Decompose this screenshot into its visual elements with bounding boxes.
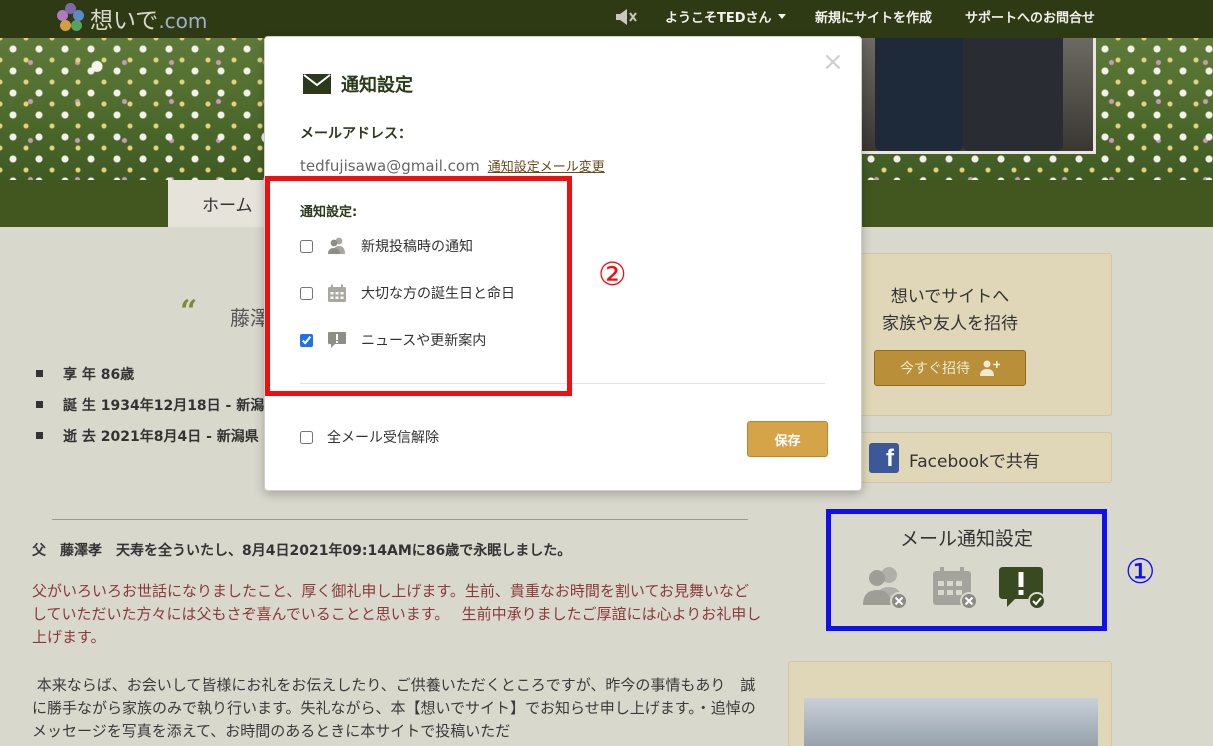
- email-label: メールアドレス：: [300, 126, 412, 142]
- info-age: 享 年 86歳: [36, 364, 264, 395]
- facebook-share-label: Facebookで共有: [909, 452, 1040, 472]
- facebook-icon: f: [869, 443, 899, 473]
- email-value: tedfujisawa@gmail.com: [300, 157, 480, 175]
- modal-title: 通知設定: [303, 71, 413, 97]
- option-unsubscribe-all[interactable]: 全メール受信解除: [300, 426, 439, 448]
- annotation-red-box: [265, 176, 572, 396]
- obituary-headline: 父 藤澤孝 天寿を全ういたし、8月4日2021年09:14AMに86歳で永眠しま…: [32, 543, 572, 559]
- greeting-label: ようこそTEDさん: [665, 11, 772, 26]
- support-link[interactable]: サポートへのお問合せ: [965, 0, 1095, 33]
- news-alert-on-icon[interactable]: [997, 565, 1049, 611]
- add-user-icon: [980, 360, 1000, 376]
- snow-photo: [804, 698, 1098, 746]
- info-death: 逝 去 2021年8月4日 - 新潟県: [36, 426, 264, 457]
- mail-notification-settings[interactable]: メール通知設定: [826, 509, 1107, 631]
- users-off-icon[interactable]: [859, 565, 911, 611]
- logo-text: 想いで.com: [90, 8, 208, 34]
- top-bar: 想いで.com ようこそTEDさん 新規にサイトを作成 サポートへのお問合せ: [0, 0, 1213, 38]
- change-email-link[interactable]: 通知設定メール変更: [488, 156, 605, 175]
- profile-info-list: 享 年 86歳 誕 生 1934年12月18日 - 新潟 逝 去 2021年8月…: [36, 364, 264, 457]
- obituary-paragraph-1: 父がいろいろお世話になりましたこと、厚く御礼申し上げます。生前、貴重なお時間を割…: [32, 582, 762, 646]
- envelope-icon: [303, 74, 331, 94]
- close-icon[interactable]: ×: [822, 49, 844, 75]
- annotation-circle-2: ②: [598, 255, 627, 293]
- invite-now-button[interactable]: 今すぐ招待: [874, 350, 1026, 386]
- quote-icon: “: [180, 294, 198, 329]
- obituary-paragraph-2: 本来ならば、お会いして皆様にお礼をお伝えしたり、ご供養いただくところですが、昨今…: [32, 676, 756, 740]
- photo-card: [788, 661, 1112, 746]
- email-row: tedfujisawa@gmail.com 通知設定メール変更: [300, 156, 605, 175]
- nav-home-tab[interactable]: ホーム: [168, 180, 278, 227]
- unsubscribe-all-checkbox[interactable]: [300, 430, 313, 444]
- mail-settings-title: メール通知設定: [899, 528, 1033, 550]
- logo-flower-icon: [56, 3, 86, 33]
- create-site-link[interactable]: 新規にサイトを作成: [815, 0, 932, 33]
- save-button[interactable]: 保存: [747, 421, 828, 457]
- user-menu[interactable]: ようこそTEDさん: [665, 0, 786, 33]
- calendar-off-icon[interactable]: [929, 565, 981, 611]
- family-photo: [852, 38, 1096, 154]
- content-divider: [52, 519, 748, 520]
- chevron-down-icon: [777, 14, 786, 19]
- annotation-circle-1: ①: [1125, 552, 1156, 592]
- sound-toggle-icon[interactable]: [614, 6, 640, 28]
- info-birth: 誕 生 1934年12月18日 - 新潟: [36, 395, 264, 426]
- unsubscribe-all-label: 全メール受信解除: [327, 430, 439, 446]
- site-logo[interactable]: 想いで.com: [56, 2, 207, 34]
